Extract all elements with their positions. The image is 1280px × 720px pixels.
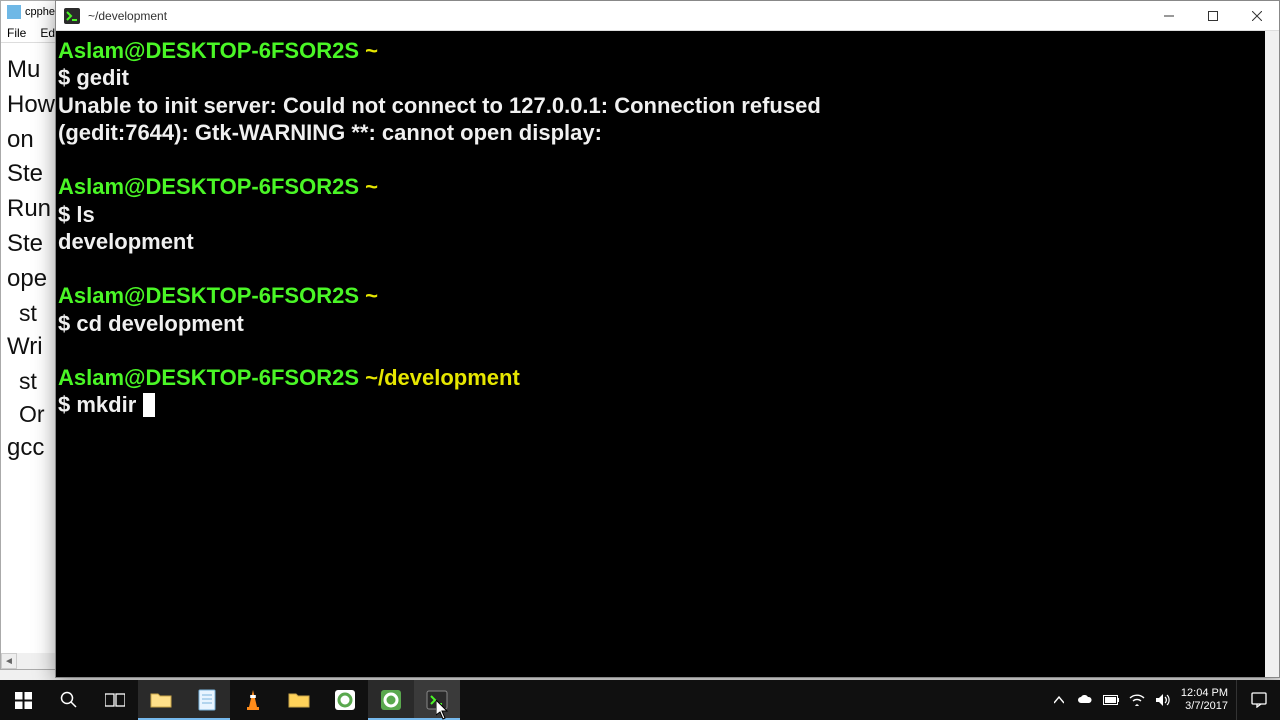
taskbar: 12:04 PM 3/7/2017 <box>0 680 1280 720</box>
terminal-prompt-line: Aslam@DESKTOP-6FSOR2S ~/development <box>58 364 1263 391</box>
terminal-output-line: development <box>58 228 1263 255</box>
terminal-command-line: $ cd development <box>58 310 1263 337</box>
terminal-command-line: $ mkdir <box>58 391 1263 418</box>
taskbar-file-explorer[interactable] <box>138 680 184 720</box>
terminal-blank-line <box>58 255 1263 282</box>
taskbar-terminal[interactable] <box>414 680 460 720</box>
terminal-blank-line <box>58 337 1263 364</box>
battery-icon[interactable] <box>1103 692 1119 708</box>
terminal-title: ~/development <box>88 9 1147 23</box>
terminal-blank-line <box>58 146 1263 173</box>
minimize-button[interactable] <box>1147 1 1191 30</box>
search-button[interactable] <box>46 680 92 720</box>
terminal-body[interactable]: Aslam@DESKTOP-6FSOR2S ~$ geditUnable to … <box>56 31 1265 677</box>
taskbar-camtasia-rec[interactable] <box>368 680 414 720</box>
taskbar-notepad[interactable] <box>184 680 230 720</box>
menu-file[interactable]: File <box>7 26 26 40</box>
taskbar-vlc[interactable] <box>230 680 276 720</box>
terminal-prompt-line: Aslam@DESKTOP-6FSOR2S ~ <box>58 37 1263 64</box>
taskbar-folder[interactable] <box>276 680 322 720</box>
volume-icon[interactable] <box>1155 692 1171 708</box>
close-button[interactable] <box>1235 1 1279 30</box>
clock-date: 3/7/2017 <box>1181 700 1228 713</box>
terminal-window: ~/development Aslam@DESKTOP-6FSOR2S ~$ g… <box>55 0 1280 678</box>
desktop: cpphel File Edi Mu How on Ste Run Ste op… <box>0 0 1280 720</box>
network-icon[interactable] <box>1129 692 1145 708</box>
terminal-titlebar[interactable]: ~/development <box>56 1 1279 31</box>
scroll-left-arrow[interactable]: ◄ <box>1 653 17 669</box>
terminal-output-line: (gedit:7644): Gtk-WARNING **: cannot ope… <box>58 119 1263 146</box>
start-button[interactable] <box>0 680 46 720</box>
terminal-prompt-line: Aslam@DESKTOP-6FSOR2S ~ <box>58 173 1263 200</box>
maximize-button[interactable] <box>1191 1 1235 30</box>
clock-time: 12:04 PM <box>1181 687 1228 700</box>
system-tray: 12:04 PM 3/7/2017 <box>1045 680 1236 720</box>
terminal-prompt-line: Aslam@DESKTOP-6FSOR2S ~ <box>58 282 1263 309</box>
terminal-command-line: $ ls <box>58 201 1263 228</box>
onedrive-icon[interactable] <box>1077 692 1093 708</box>
taskbar-camtasia[interactable] <box>322 680 368 720</box>
notepad-app-icon <box>7 5 21 19</box>
notepad-title: cpphel <box>25 6 57 18</box>
window-controls <box>1147 1 1279 30</box>
cygwin-icon <box>62 6 82 26</box>
chevron-up-icon[interactable] <box>1051 692 1067 708</box>
terminal-vertical-scrollbar[interactable] <box>1265 31 1279 677</box>
taskbar-clock[interactable]: 12:04 PM 3/7/2017 <box>1181 687 1228 713</box>
terminal-cursor <box>143 393 155 417</box>
terminal-output-line: Unable to init server: Could not connect… <box>58 92 1263 119</box>
terminal-command-line: $ gedit <box>58 64 1263 91</box>
task-view-button[interactable] <box>92 680 138 720</box>
action-center-button[interactable] <box>1236 680 1280 720</box>
